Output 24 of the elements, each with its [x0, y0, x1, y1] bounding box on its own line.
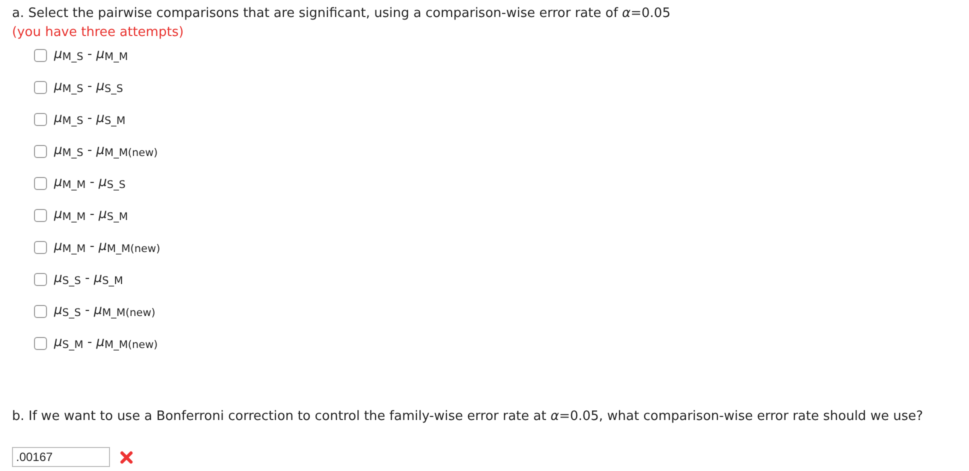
checkbox[interactable]: [34, 144, 47, 158]
option-label: μ$_{M_S}$ - μ$_{M_M(new)}$: [54, 143, 158, 159]
checkbox[interactable]: [34, 240, 47, 254]
option-label: μ$_{S_S}$ - μ$_{S_M}$: [54, 271, 124, 287]
checkbox[interactable]: [34, 208, 47, 222]
option-label: μ$_{M_M}$ - μ$_{S_S}$: [54, 175, 126, 191]
option-label: μ$_{S_S}$ - μ$_{M_M(new)}$: [54, 303, 156, 319]
checkbox[interactable]: [34, 304, 47, 318]
checkbox[interactable]: [34, 272, 47, 286]
checkbox[interactable]: [34, 176, 47, 190]
option-label: μ$_{M_M}$ - μ$_{M_M(new)}$: [54, 239, 160, 255]
option-label: μ$_{S_M}$ - μ$_{M_M(new)}$: [54, 335, 158, 351]
checkbox[interactable]: [34, 336, 47, 350]
question-text: b. If we want to use a Bonferroni correction to control the family-wise error rate at α=0.05, what comparison-wise error rate should we use?: [12, 408, 924, 426]
option-label: μ$_{M_S}$ - μ$_{S_S}$: [54, 79, 124, 95]
question-text: a. Select the pairwise comparisons that are significant, using a comparison-wise error rate of α=0.05: [12, 5, 672, 23]
attempts-note: (you have three attempts): [12, 24, 185, 42]
answer-field[interactable]: .00167: [12, 447, 110, 467]
checkbox[interactable]: [34, 48, 47, 62]
option-label: μ$_{M_S}$ - μ$_{S_M}$: [54, 111, 126, 127]
option-label: μ$_{M_M}$ - μ$_{S_M}$: [54, 207, 128, 223]
checkbox[interactable]: [34, 80, 47, 94]
option-label: μ$_{M_S}$ - μ$_{M_M}$: [54, 47, 128, 63]
checkbox[interactable]: [34, 112, 47, 126]
